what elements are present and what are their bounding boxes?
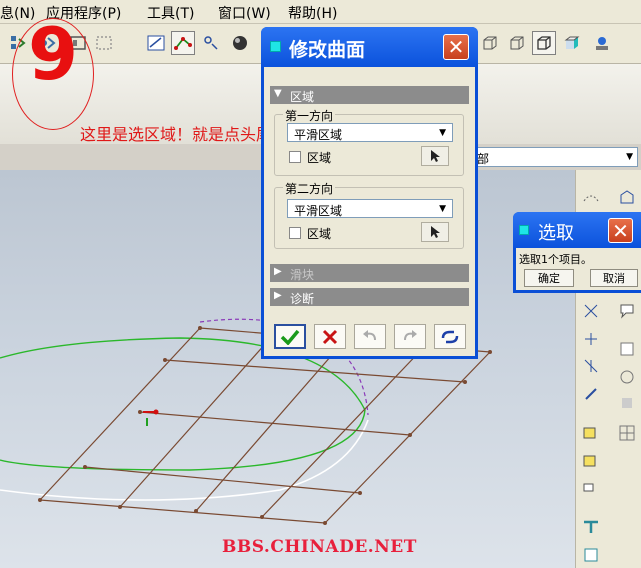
section-region-header[interactable]: ▼ 区域 [270, 86, 469, 104]
ok-button[interactable] [274, 324, 306, 349]
dialog-titlebar[interactable]: 修改曲面 ✕ [261, 27, 478, 67]
select-box-icon[interactable] [92, 31, 116, 55]
chevron-down-icon: ▼ [439, 128, 446, 138]
close-button[interactable]: ✕ [443, 34, 469, 60]
select-close-button[interactable]: ✕ [608, 218, 633, 243]
section-diagnose-header[interactable]: ▶ 诊断 [270, 288, 469, 306]
checkmark-icon [280, 329, 300, 345]
select-dialog-title: 选取 [538, 223, 574, 244]
second-direction-combo[interactable]: 平滑区域 ▼ [287, 199, 453, 218]
surface-trim-icon[interactable] [580, 450, 602, 472]
second-direction-group: 第二方向 平滑区域 ▼ 区域 [274, 180, 464, 249]
view-box3-icon[interactable] [532, 31, 556, 55]
menu-help[interactable]: 帮助(H) [288, 3, 337, 23]
surface-edit-icon[interactable] [580, 422, 602, 444]
redo-button[interactable] [394, 324, 426, 349]
datum-icon[interactable] [616, 338, 638, 360]
shading-icon[interactable] [228, 31, 252, 55]
chevron-down-icon: ▼ [439, 204, 446, 214]
rotate-view-icon[interactable] [616, 366, 638, 388]
expand-triangle-icon: ▶ [274, 290, 282, 301]
arrow-cursor-icon [431, 150, 440, 162]
undo-button[interactable] [354, 324, 386, 349]
arrow-cursor-icon [431, 226, 440, 238]
curve-icon[interactable] [171, 31, 195, 55]
second-region-label: 区域 [307, 227, 332, 241]
first-region-pick-button[interactable] [421, 146, 449, 166]
refresh-icon [441, 330, 459, 343]
sketch-icon[interactable] [144, 31, 168, 55]
section-diagnose-label: 诊断 [290, 292, 315, 306]
table-icon[interactable] [616, 422, 638, 444]
shade-icon[interactable] [616, 392, 638, 414]
collapse-triangle-icon: ▼ [274, 88, 282, 99]
redo-icon [404, 329, 417, 340]
first-direction-title: 第一方向 [283, 107, 336, 124]
dialog-app-icon [270, 41, 281, 52]
select-dialog-body: 选取1个项目。 确定 取消 [516, 248, 641, 290]
modify-surface-dialog: 修改曲面 ✕ ▼ 区域 第一方向 平滑区域 ▼ 区域 第二方向 平滑区域 ▼ 区… [261, 27, 478, 359]
close-icon: ✕ [612, 218, 629, 243]
dialog-title: 修改曲面 [289, 39, 366, 61]
view-box2-icon[interactable] [505, 31, 529, 55]
offset-icon[interactable] [580, 544, 602, 566]
close-icon: ✕ [447, 35, 465, 59]
menu-bar: 息(N) 应用程序(P) 工具(T) 窗口(W) 帮助(H) [0, 0, 641, 24]
chevron-down-icon: ▼ [626, 152, 633, 162]
select-dialog-titlebar[interactable]: 选取 ✕ [513, 212, 641, 248]
select-dialog: 选取 ✕ 选取1个项目。 确定 取消 [513, 212, 641, 293]
refresh-button[interactable] [434, 324, 466, 349]
filter-combo[interactable]: 部 ▼ [472, 147, 638, 167]
first-region-label: 区域 [307, 151, 332, 165]
second-direction-combo-value: 平滑区域 [294, 204, 343, 218]
cancel-x-icon [322, 329, 338, 344]
section-slider-label: 滑块 [290, 268, 315, 282]
select-app-icon [519, 225, 529, 235]
section-region-label: 区域 [290, 90, 315, 104]
dialog-body: ▼ 区域 第一方向 平滑区域 ▼ 区域 第二方向 平滑区域 ▼ 区域 ▶ 滑块 … [264, 67, 475, 356]
point-icon[interactable] [199, 31, 223, 55]
step-number-annotation: 9 [28, 12, 79, 96]
section-slider-header[interactable]: ▶ 滑块 [270, 264, 469, 282]
first-direction-combo-value: 平滑区域 [294, 128, 343, 142]
select-cancel-button[interactable]: 取消 [590, 269, 638, 287]
saved-view-icon[interactable] [590, 31, 614, 55]
second-region-checkbox[interactable] [289, 227, 301, 239]
select-message: 选取1个项目。 [519, 253, 592, 266]
cross-points-icon[interactable] [580, 300, 602, 322]
shaded-box-icon[interactable] [560, 31, 584, 55]
filter-combo-value: 部 [477, 152, 490, 166]
menu-tools[interactable]: 工具(T) [147, 3, 194, 23]
comment-icon[interactable] [616, 300, 638, 322]
coordinate-marker-icon [143, 409, 159, 426]
undo-icon [363, 329, 376, 340]
grid-points-icon[interactable] [580, 355, 602, 377]
dialog-action-row [272, 324, 472, 352]
select-ok-button[interactable]: 确定 [524, 269, 574, 287]
second-region-pick-button[interactable] [421, 222, 449, 242]
scatter-icon[interactable] [580, 328, 602, 350]
view-box1-icon[interactable] [478, 31, 502, 55]
expand-triangle-icon: ▶ [274, 266, 282, 277]
menu-window[interactable]: 窗口(W) [218, 3, 271, 23]
trim-tool-icon[interactable] [580, 516, 602, 538]
sweep-icon[interactable] [580, 186, 602, 208]
first-region-checkbox[interactable] [289, 151, 301, 163]
surface-merge-icon[interactable] [580, 478, 602, 500]
link-icon[interactable] [580, 383, 602, 405]
first-direction-group: 第一方向 平滑区域 ▼ 区域 [274, 107, 464, 176]
first-direction-combo[interactable]: 平滑区域 ▼ [287, 123, 453, 142]
cancel-button[interactable] [314, 324, 346, 349]
second-direction-title: 第二方向 [283, 180, 336, 197]
boundary-icon[interactable] [616, 186, 638, 208]
watermark: BBS.CHINADE.NET [222, 537, 417, 557]
